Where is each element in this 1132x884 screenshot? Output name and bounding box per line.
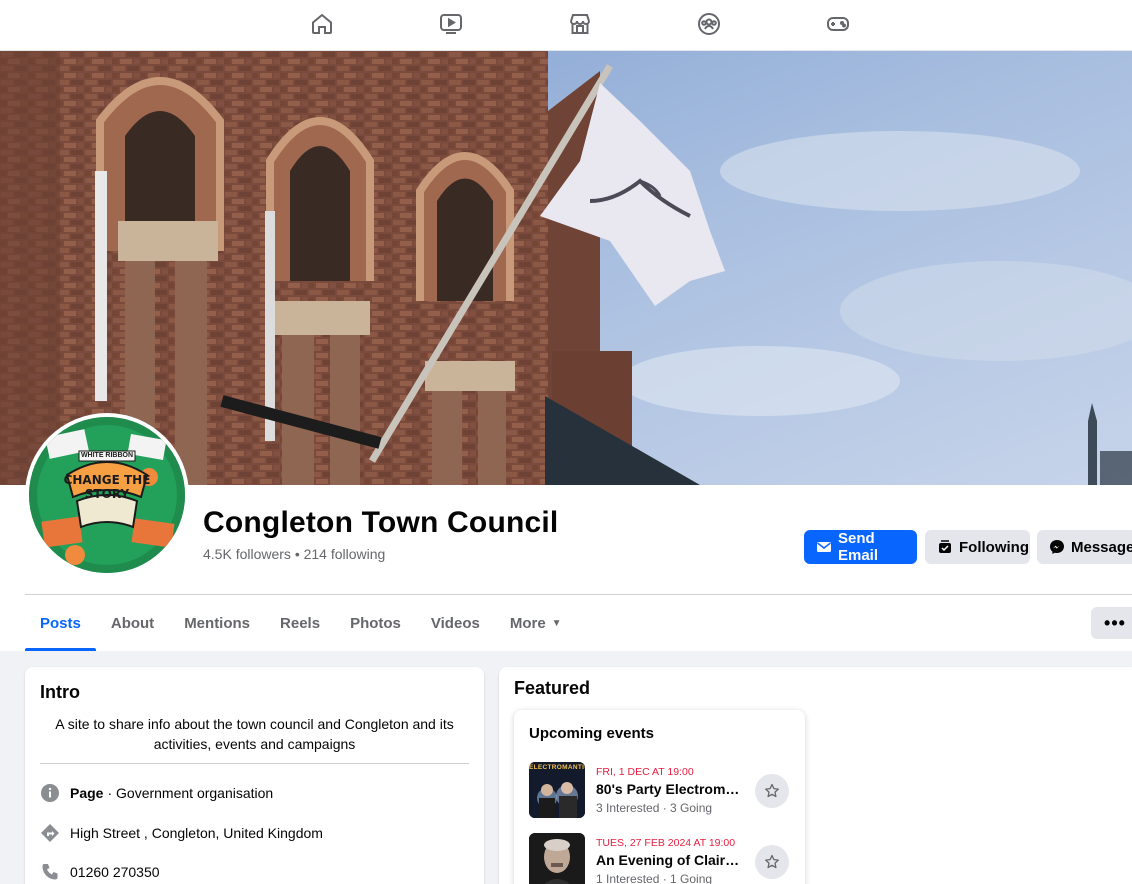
star-icon <box>765 783 779 798</box>
upcoming-events-title: Upcoming events <box>529 725 655 742</box>
send-email-label: Send Email <box>838 530 879 564</box>
avatar-text: CHANGE THE STORY <box>63 473 151 501</box>
message-button[interactable]: Message <box>1037 530 1132 564</box>
interested-button[interactable] <box>755 774 789 808</box>
info-icon <box>40 783 60 803</box>
email-icon <box>817 542 831 552</box>
phone-text[interactable]: 01260 270350 <box>70 864 160 880</box>
tab-videos-label: Videos <box>430 615 480 632</box>
profile-avatar[interactable]: CHANGE THE STORY WHITE RIBBON <box>25 413 189 577</box>
tab-about-label: About <box>110 615 155 632</box>
intro-bio: A site to share info about the town coun… <box>55 716 454 752</box>
upcoming-events-card[interactable]: Upcoming events ELECTROMANTIC FRI, 1 DEC… <box>514 710 805 884</box>
page-title: Congleton Town Council <box>203 506 559 539</box>
avatar-top-text: WHITE RIBBON <box>80 452 134 459</box>
groups-icon[interactable] <box>696 11 722 37</box>
event-date: FRI, 1 DEC AT 19:00 <box>596 766 694 778</box>
cover-photo[interactable] <box>0 51 1132 485</box>
intro-divider <box>40 763 469 764</box>
tab-videos[interactable]: Videos <box>416 596 495 651</box>
header-divider <box>25 594 1132 595</box>
phone-row: 01260 270350 <box>40 862 160 882</box>
event-stats: 1 Interested · 1 Going <box>596 872 713 884</box>
tab-mentions[interactable]: Mentions <box>169 596 265 651</box>
tab-about[interactable]: About <box>96 596 169 651</box>
profile-tabs: Posts About Mentions Reels Photos Videos… <box>25 596 577 651</box>
send-email-button[interactable]: Send Email <box>804 530 917 564</box>
marketplace-icon[interactable] <box>567 11 593 37</box>
gaming-icon[interactable] <box>825 11 851 37</box>
tab-reels-label: Reels <box>280 615 321 632</box>
interested-button[interactable] <box>755 845 789 879</box>
home-icon[interactable] <box>309 11 335 37</box>
star-icon <box>765 854 779 869</box>
event-title[interactable]: 80's Party Electromantics <box>596 781 741 797</box>
phone-icon <box>40 862 60 882</box>
tab-posts[interactable]: Posts <box>25 596 96 651</box>
featured-title: Featured <box>514 678 591 698</box>
event-item[interactable]: TUES, 27 FEB 2024 AT 19:00 An Evening of… <box>529 833 791 884</box>
more-options-button[interactable]: ••• <box>1091 607 1132 639</box>
directions-icon <box>40 823 60 843</box>
tab-more-label: More <box>509 615 546 632</box>
page-category: · Government organisation <box>107 785 274 801</box>
intro-title: Intro <box>40 682 80 702</box>
event-stats: 3 Interested · 3 Going <box>596 801 713 815</box>
following-button[interactable]: Following <box>925 530 1030 564</box>
intro-card: Intro A site to share info about the tow… <box>25 667 484 884</box>
page-label: Page <box>70 785 104 801</box>
event-thumbnail-text: ELECTROMANTIC <box>529 764 585 771</box>
event-thumbnail[interactable] <box>529 833 585 884</box>
tab-mentions-label: Mentions <box>184 615 251 632</box>
following-icon <box>939 540 951 553</box>
address-text[interactable]: High Street , Congleton, United Kingdom <box>70 825 323 841</box>
followers-count[interactable]: 4.5K followers • 214 following <box>203 546 385 562</box>
tab-reels[interactable]: Reels <box>265 596 335 651</box>
top-navigation <box>0 0 1132 51</box>
messenger-icon <box>1050 540 1064 554</box>
caret-down-icon: ▼ <box>551 618 562 629</box>
address-row: High Street , Congleton, United Kingdom <box>40 823 323 843</box>
following-label: Following <box>959 538 1029 556</box>
tab-posts-label: Posts <box>40 615 81 632</box>
event-title[interactable]: An Evening of Clairvoyance <box>596 852 741 868</box>
page-category-row: Page · Government organisation <box>40 783 273 803</box>
event-thumbnail[interactable]: ELECTROMANTIC <box>529 762 585 818</box>
video-icon[interactable] <box>438 11 464 37</box>
tab-photos[interactable]: Photos <box>335 596 416 651</box>
event-date: TUES, 27 FEB 2024 AT 19:00 <box>596 837 736 849</box>
message-label: Message <box>1071 538 1132 556</box>
tab-photos-label: Photos <box>350 615 401 632</box>
tab-more[interactable]: More ▼ <box>495 596 577 651</box>
event-item[interactable]: ELECTROMANTIC FRI, 1 DEC AT 19:00 80's P… <box>529 762 791 818</box>
